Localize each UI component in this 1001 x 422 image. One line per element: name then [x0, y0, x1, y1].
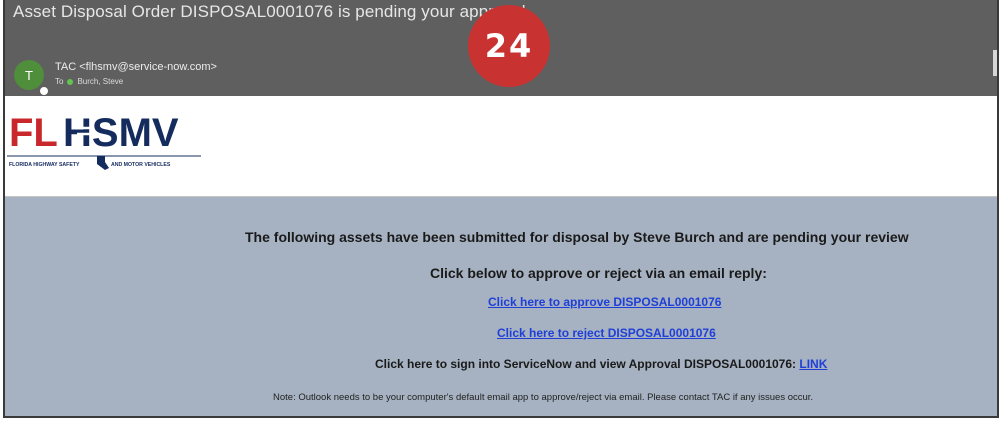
instruction-text: Click below to approve or reject via an …	[430, 265, 767, 281]
signin-link[interactable]: LINK	[799, 357, 827, 371]
flhsmv-logo: FL HSMV FLORIDA HIGHWAY SAFETY AND MOTOR…	[7, 111, 201, 170]
florida-outline-icon	[97, 156, 109, 170]
logo-banner: FL HSMV FLORIDA HIGHWAY SAFETY AND MOTOR…	[5, 96, 997, 197]
presence-status-icon	[39, 86, 49, 96]
email-subject: Asset Disposal Order DISPOSAL0001076 is …	[13, 2, 526, 21]
approve-link[interactable]: Click here to approve DISPOSAL0001076	[488, 295, 721, 309]
recipient-presence-icon	[67, 78, 74, 85]
avatar-initial: T	[25, 67, 33, 83]
signin-line: Click here to sign into ServiceNow and v…	[375, 357, 827, 371]
to-label: To	[55, 77, 64, 86]
logo-tagline-right: AND MOTOR VEHICLES	[111, 162, 171, 168]
logo-fl-text: FL	[9, 111, 58, 155]
sender-avatar[interactable]: T	[14, 60, 44, 90]
reject-link-line: Click here to reject DISPOSAL0001076	[497, 326, 716, 340]
reject-link[interactable]: Click here to reject DISPOSAL0001076	[497, 326, 716, 340]
scrollbar[interactable]	[993, 50, 997, 76]
step-number-badge: 24	[468, 5, 550, 87]
sender-address[interactable]: TAC <flhsmv@service-now.com>	[55, 61, 217, 73]
recipient-row: To Burch, Steve	[55, 77, 123, 86]
signin-text: Click here to sign into ServiceNow and v…	[375, 357, 797, 371]
logo-tagline-left: FLORIDA HIGHWAY SAFETY	[9, 162, 80, 168]
recipient-name[interactable]: Burch, Steve	[77, 77, 123, 86]
email-body: The following assets have been submitted…	[5, 197, 997, 416]
note-text: Note: Outlook needs to be your computer'…	[273, 392, 814, 403]
intro-text: The following assets have been submitted…	[245, 229, 909, 245]
approve-link-line: Click here to approve DISPOSAL0001076	[488, 295, 721, 309]
